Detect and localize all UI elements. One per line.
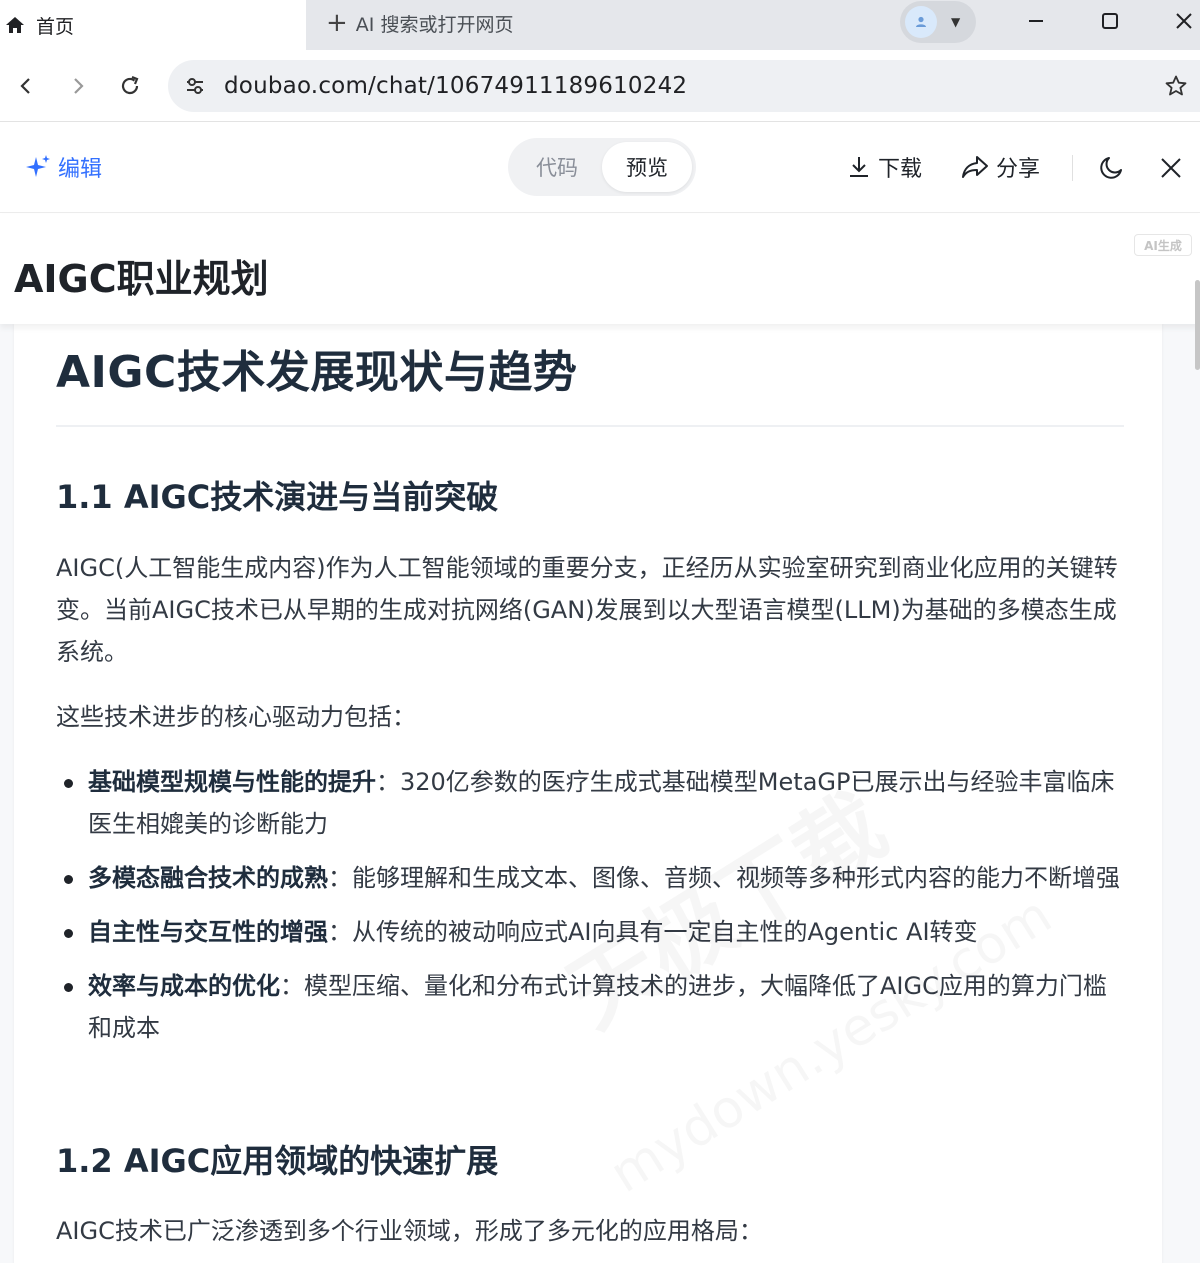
moon-icon bbox=[1100, 157, 1122, 179]
edit-button[interactable]: 编辑 bbox=[24, 151, 102, 183]
share-label: 分享 bbox=[996, 157, 1041, 182]
list-item-term: 多模态融合技术的成熟 bbox=[88, 864, 328, 892]
avatar bbox=[905, 6, 937, 38]
ai-generated-badge: AI生成 bbox=[1134, 234, 1192, 256]
section-paragraph: AIGC技术已广泛渗透到多个行业领域，形成了多元化的应用格局： bbox=[56, 1217, 763, 1245]
document-toolbar: 编辑 代码 预览 下载 分享 bbox=[0, 123, 1200, 213]
download-button[interactable]: 下载 bbox=[846, 151, 922, 183]
list-item: 基础模型规模与性能的提升：320亿参数的医疗生成式基础模型MetaGP已展示出与… bbox=[56, 761, 1128, 845]
document-canvas: AIGC技术发展现状与趋势 1.1 AIGC技术演进与当前突破 AIGC(人工智… bbox=[0, 324, 1200, 1263]
list-item: 多模态融合技术的成熟：能够理解和生成文本、图像、音频、视频等多种形式内容的能力不… bbox=[56, 857, 1128, 899]
url-text[interactable]: doubao.com/chat/10674911189610242 bbox=[224, 73, 687, 99]
list-item-term: 效率与成本的优化 bbox=[88, 972, 280, 1000]
section-heading: 1.1 AIGC技术演进与当前突破 bbox=[56, 478, 499, 516]
browser-tab-strip: 首页 + AI 搜索或打开网页 ▼ bbox=[0, 0, 1200, 50]
download-icon bbox=[850, 157, 868, 177]
section-heading: 1.2 AIGC应用领域的快速扩展 bbox=[56, 1142, 499, 1180]
reload-button[interactable] bbox=[112, 68, 148, 104]
share-button[interactable]: 分享 bbox=[960, 151, 1040, 183]
scrollbar[interactable] bbox=[1195, 280, 1200, 370]
new-tab-button[interactable]: + AI 搜索或打开网页 bbox=[326, 0, 513, 46]
bookmark-star-icon[interactable] bbox=[1162, 72, 1190, 100]
tab-code[interactable]: 代码 bbox=[512, 142, 602, 192]
plus-icon: + bbox=[326, 8, 348, 38]
minimize-button[interactable] bbox=[1018, 6, 1054, 36]
page-heading: AIGC技术发展现状与趋势 bbox=[56, 347, 578, 398]
close-window-button[interactable] bbox=[1166, 6, 1200, 36]
document-page: AIGC技术发展现状与趋势 1.1 AIGC技术演进与当前突破 AIGC(人工智… bbox=[14, 324, 1162, 1263]
toolbar-divider bbox=[1072, 155, 1073, 181]
navigation-bar: doubao.com/chat/10674911189610242 bbox=[0, 50, 1200, 122]
reload-icon bbox=[121, 75, 139, 95]
site-settings-icon[interactable] bbox=[180, 71, 210, 101]
section-paragraph: AIGC(人工智能生成内容)作为人工智能领域的重要分支，正经历从实验室研究到商业… bbox=[56, 554, 1118, 666]
bullet-list: 基础模型规模与性能的提升：320亿参数的医疗生成式基础模型MetaGP已展示出与… bbox=[56, 761, 1128, 1061]
document-header: AIGC职业规划 AI生成 bbox=[0, 214, 1200, 324]
tab-home[interactable]: 首页 bbox=[0, 0, 306, 50]
new-tab-label: AI 搜索或打开网页 bbox=[355, 13, 514, 36]
close-icon bbox=[1176, 13, 1192, 29]
back-arrow-icon bbox=[20, 78, 30, 94]
share-icon bbox=[962, 156, 988, 178]
close-icon bbox=[1161, 158, 1181, 178]
divider bbox=[56, 425, 1124, 427]
document-title: AIGC职业规划 bbox=[14, 257, 269, 301]
chevron-down-icon: ▼ bbox=[951, 15, 961, 29]
section-paragraph: 这些技术进步的核心驱动力包括： bbox=[56, 703, 416, 731]
maximize-icon bbox=[1102, 13, 1118, 29]
profile-button[interactable]: ▼ bbox=[900, 1, 976, 43]
minimize-icon bbox=[1029, 20, 1043, 22]
list-item: 自主性与交互性的增强：从传统的被动响应式AI向具有一定自主性的Agentic A… bbox=[56, 911, 1128, 953]
list-item-text: ：能够理解和生成文本、图像、音频、视频等多种形式内容的能力不断增强 bbox=[328, 864, 1120, 892]
list-item-term: 基础模型规模与性能的提升 bbox=[88, 768, 376, 796]
back-button[interactable] bbox=[8, 68, 44, 104]
list-item: 效率与成本的优化：模型压缩、量化和分布式计算技术的进步，大幅降低了AIGC应用的… bbox=[56, 965, 1128, 1049]
theme-toggle-button[interactable] bbox=[1096, 153, 1126, 183]
home-icon bbox=[4, 14, 26, 36]
tab-preview[interactable]: 预览 bbox=[602, 142, 692, 192]
list-item-term: 自主性与交互性的增强 bbox=[88, 918, 328, 946]
address-bar[interactable]: doubao.com/chat/10674911189610242 bbox=[168, 60, 1200, 112]
download-label: 下载 bbox=[878, 157, 923, 182]
sparkle-icon bbox=[24, 153, 52, 181]
view-mode-toggle: 代码 预览 bbox=[508, 138, 696, 196]
tab-label: 首页 bbox=[36, 15, 75, 38]
forward-button[interactable] bbox=[60, 68, 96, 104]
edit-label: 编辑 bbox=[58, 157, 103, 182]
forward-arrow-icon bbox=[74, 78, 84, 94]
list-item-text: ：从传统的被动响应式AI向具有一定自主性的Agentic AI转变 bbox=[328, 918, 978, 946]
maximize-button[interactable] bbox=[1092, 6, 1128, 36]
close-panel-button[interactable] bbox=[1156, 153, 1186, 183]
